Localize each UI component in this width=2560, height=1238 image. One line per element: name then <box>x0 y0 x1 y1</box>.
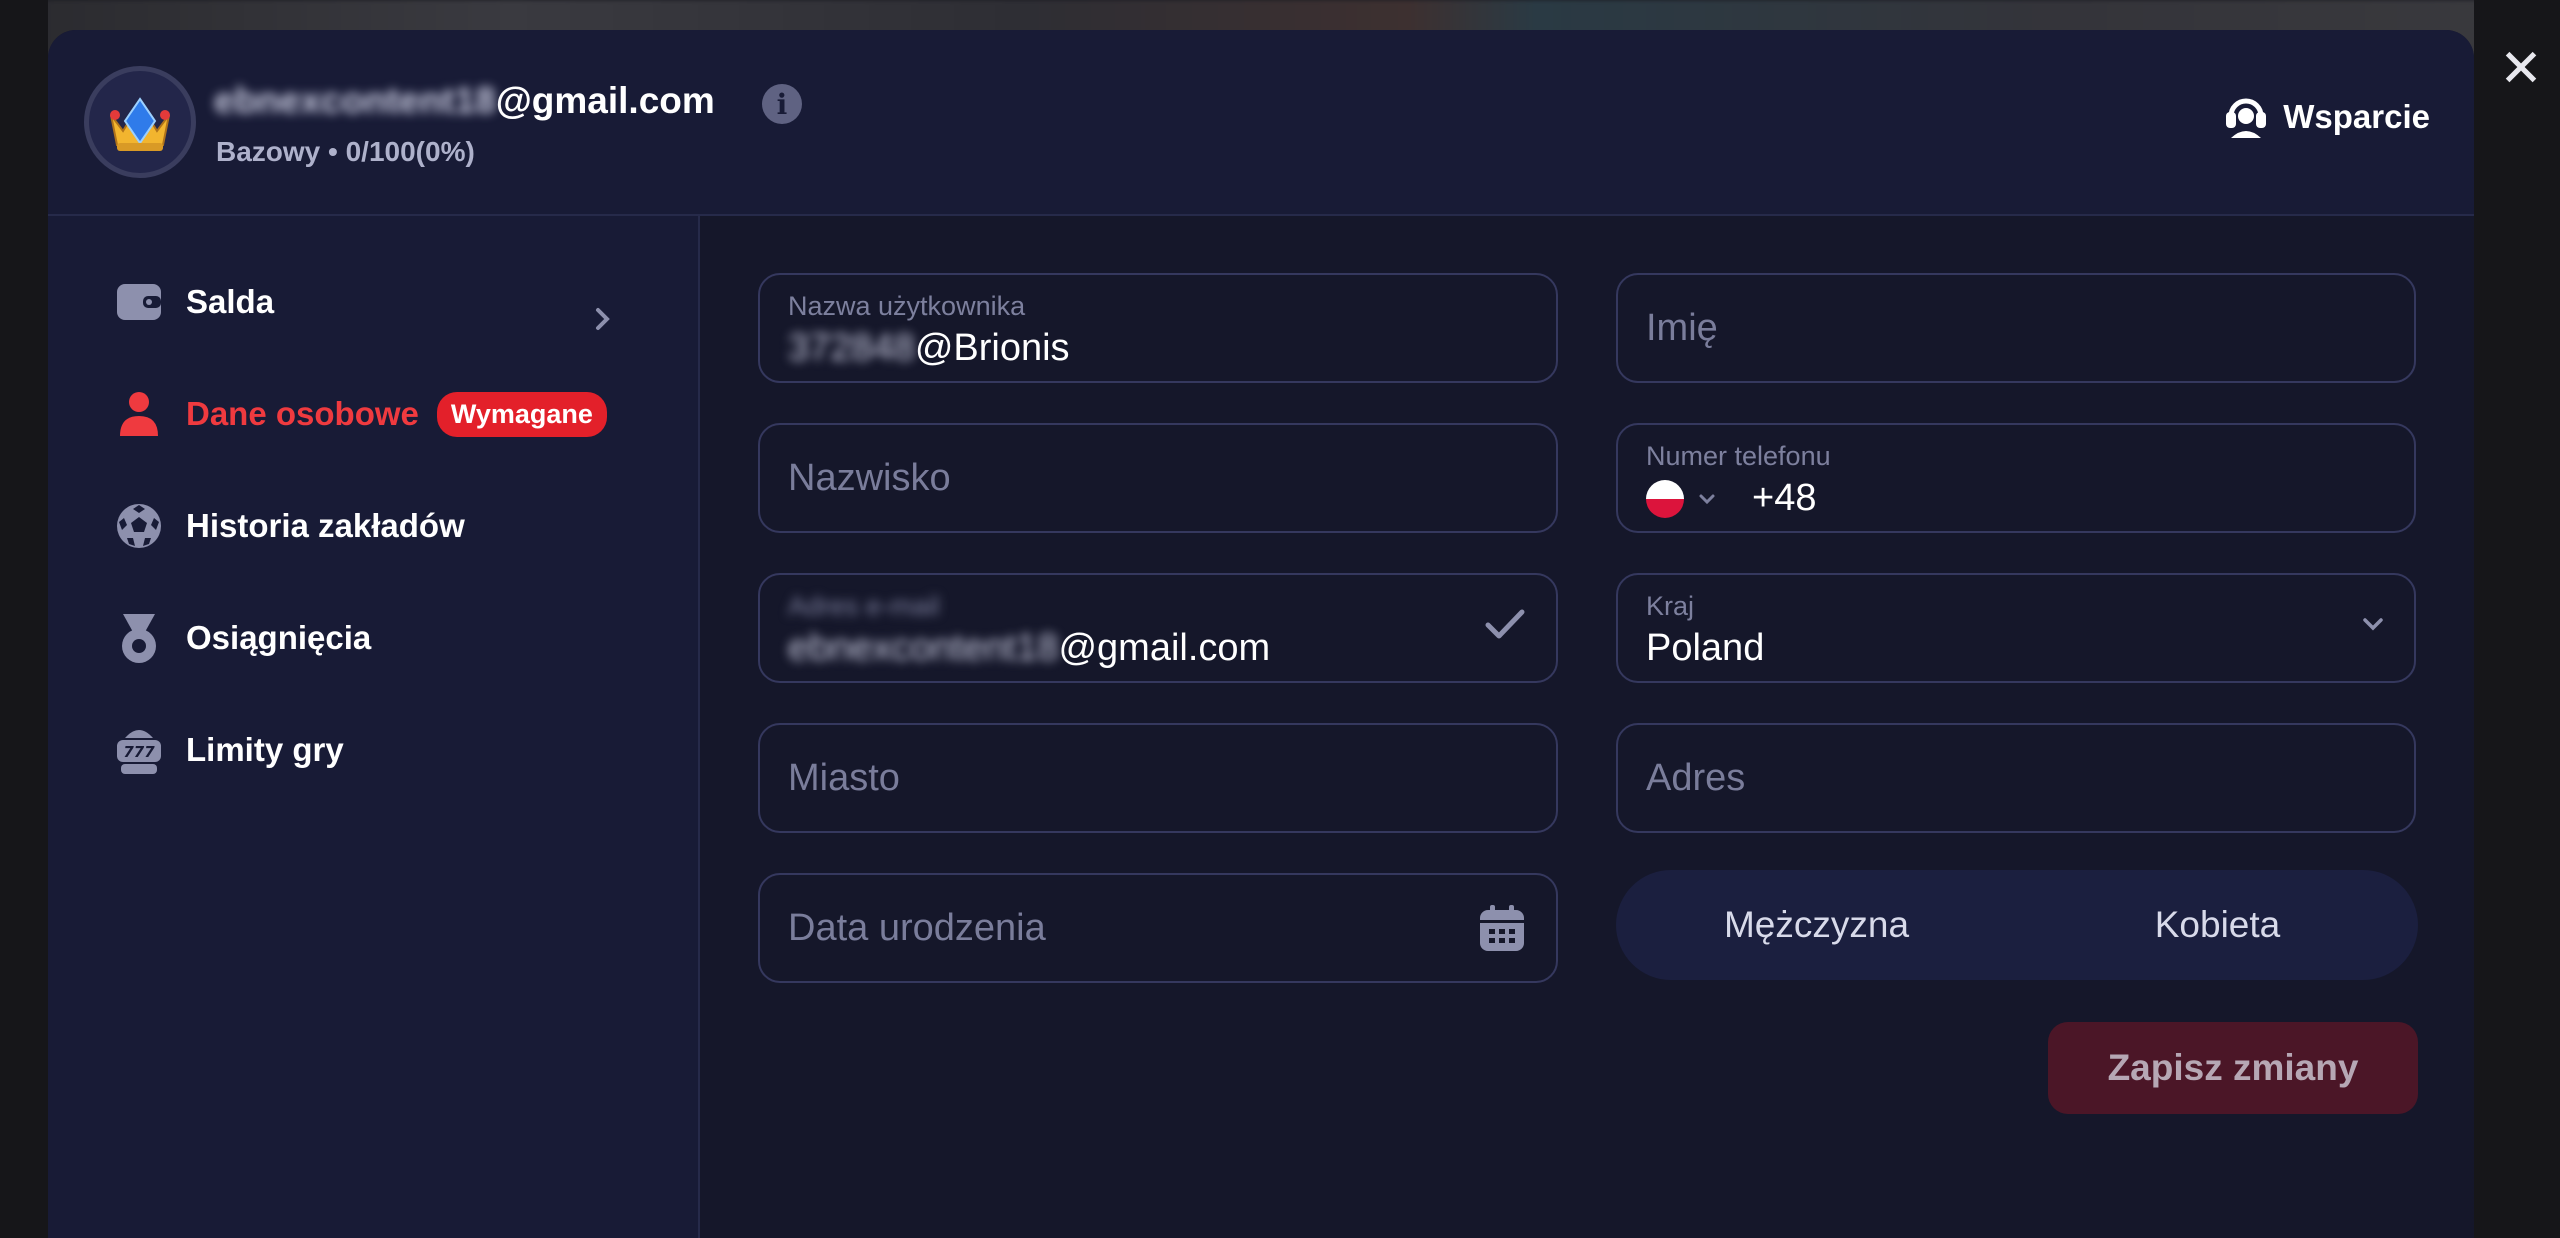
user-email: ebnexcontent18 @gmail.com <box>214 80 715 122</box>
crown-icon <box>110 97 170 151</box>
required-badge: Wymagane <box>436 391 607 437</box>
address-placeholder: Adres <box>1646 757 1746 799</box>
sidebar-item-salda[interactable]: Salda <box>114 272 274 332</box>
email-field[interactable]: Adres e-mail ebnexcontent18 @gmail.com <box>758 573 1558 683</box>
sidebar: Salda Dane osobowe Wymagane Historia zak… <box>48 216 700 1238</box>
last-name-field[interactable]: Nazwisko <box>758 423 1558 533</box>
first-name-placeholder: Imię <box>1646 307 1718 349</box>
person-icon <box>114 389 164 439</box>
chevron-right-icon <box>594 306 612 340</box>
background-left <box>0 0 48 1238</box>
email-value: ebnexcontent18 @gmail.com <box>788 627 1270 670</box>
info-icon[interactable]: i <box>762 84 802 124</box>
sidebar-item-label: Historia zakładów <box>186 507 465 544</box>
gender-female-option[interactable]: Kobieta <box>2017 870 2418 980</box>
sidebar-item-label: Dane osobowe <box>186 395 419 432</box>
background-right <box>2474 0 2560 1238</box>
sidebar-item-historia-zakladow[interactable]: Historia zakładów <box>114 496 465 556</box>
country-select[interactable]: Kraj Poland <box>1616 573 2416 683</box>
first-name-field[interactable]: Imię <box>1616 273 2416 383</box>
avatar[interactable] <box>84 66 196 178</box>
country-value: Poland <box>1646 627 1765 669</box>
username-field[interactable]: Nazwa użytkownika 372848 @Brionis <box>758 273 1558 383</box>
sidebar-item-label: Osiągnięcia <box>186 619 372 656</box>
calendar-icon[interactable] <box>1478 903 1526 958</box>
birthdate-placeholder: Data urodzenia <box>788 907 1046 949</box>
username-blurred: 372848 <box>788 327 915 369</box>
slot-machine-icon: 777 <box>114 725 164 775</box>
address-field[interactable]: Adres <box>1616 723 2416 833</box>
username-suffix: @Brionis <box>914 327 1070 369</box>
user-level: Bazowy • 0/100(0%) <box>216 136 475 167</box>
modal-header: ebnexcontent18 @gmail.com i Bazowy • 0/1… <box>48 30 2474 216</box>
phone-field[interactable]: Numer telefonu +48 <box>1616 423 2416 533</box>
birthdate-field[interactable]: Data urodzenia <box>758 873 1558 983</box>
sidebar-item-label: Salda <box>186 283 275 320</box>
chevron-down-icon[interactable] <box>1698 493 1716 505</box>
username-value: 372848 @Brionis <box>788 327 1070 370</box>
city-field[interactable]: Miasto <box>758 723 1558 833</box>
sidebar-item-limity-gry[interactable]: 777 Limity gry <box>114 720 344 780</box>
sidebar-item-dane-osobowe[interactable]: Dane osobowe Wymagane <box>114 384 607 444</box>
country-label: Kraj <box>1646 591 1695 621</box>
username-label: Nazwa użytkownika <box>788 291 1026 321</box>
checkmark-icon <box>1484 607 1526 646</box>
support-label: Wsparcie <box>2283 98 2430 135</box>
support-button[interactable]: Wsparcie <box>2223 92 2430 142</box>
email-domain: @gmail.com <box>1058 627 1271 669</box>
phone-label: Numer telefonu <box>1646 441 1831 471</box>
email-label: Adres e-mail <box>788 591 940 621</box>
svg-text:777: 777 <box>123 743 155 761</box>
save-changes-button[interactable]: Zapisz zmiany <box>2048 1022 2418 1114</box>
user-email-domain: @gmail.com <box>495 80 715 121</box>
close-modal-button[interactable]: ✕ <box>2496 43 2546 95</box>
headset-icon <box>2226 98 2267 138</box>
soccer-ball-icon <box>114 501 164 551</box>
profile-modal: ebnexcontent18 @gmail.com i Bazowy • 0/1… <box>48 30 2474 1238</box>
phone-value: +48 <box>1646 477 1816 520</box>
wallet-icon <box>114 277 164 327</box>
last-name-placeholder: Nazwisko <box>788 457 951 499</box>
user-email-blurred: ebnexcontent18 <box>214 80 496 121</box>
sidebar-item-label: Limity gry <box>186 731 344 768</box>
chevron-down-icon <box>2362 617 2384 636</box>
gender-toggle: Mężczyzna Kobieta <box>1616 870 2418 980</box>
email-blurred: ebnexcontent18 <box>788 627 1059 669</box>
gender-male-option[interactable]: Mężczyzna <box>1616 870 2017 980</box>
poland-flag-icon[interactable] <box>1646 479 1684 518</box>
sidebar-item-osiagniecia[interactable]: Osiągnięcia <box>114 608 371 668</box>
city-placeholder: Miasto <box>788 757 900 799</box>
medal-icon <box>114 613 164 663</box>
phone-prefix: +48 <box>1752 477 1817 519</box>
